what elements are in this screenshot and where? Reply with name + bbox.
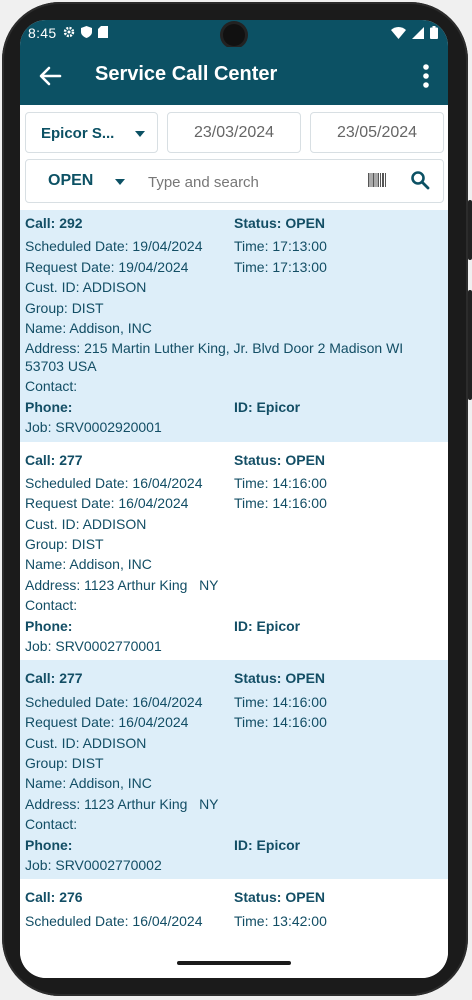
battery-icon [430, 26, 438, 39]
group: Group: DIST [25, 299, 104, 316]
arrow-left-icon[interactable] [36, 62, 64, 90]
company-label: Epicor S... [41, 125, 115, 142]
source-id: ID: Epicor [234, 398, 301, 415]
address: Address: 215 Martin Luther King, Jr. Blv… [25, 340, 404, 375]
device-frame: 8:45 Service Call Center Epicor S... 23/… [0, 0, 472, 1000]
request-date: Request Date: 16/04/2024 [25, 714, 189, 731]
status-dropdown[interactable]: OPEN [26, 160, 136, 202]
wifi-icon [391, 26, 406, 39]
status-filter-label: OPEN [48, 172, 94, 189]
customer-id: Cust. ID: ADDISON [25, 279, 147, 296]
request-time: Time: 14:16:00 [234, 495, 327, 512]
signal-icon [412, 26, 424, 39]
call-number: Call: 276 [25, 889, 83, 906]
volume-button [468, 290, 472, 400]
scheduled-date: Scheduled Date: 16/04/2024 [25, 693, 203, 710]
company-dropdown[interactable]: Epicor S... [25, 112, 158, 153]
gesture-nav-bar [20, 952, 448, 978]
customer-id: Cust. ID: ADDISON [25, 734, 147, 751]
source-id: ID: Epicor [234, 617, 301, 634]
settings-icon [63, 26, 75, 38]
system-icons [391, 26, 438, 39]
group: Group: DIST [25, 754, 104, 771]
service-call-list: Call: 292 Status: OPEN Scheduled Date: 19… [20, 210, 448, 978]
request-date: Request Date: 16/04/2024 [25, 495, 189, 512]
call-number: Call: 277 [25, 670, 83, 687]
contact: Contact: [25, 816, 78, 833]
phone: Phone: [25, 398, 73, 415]
app-bar: Service Call Center [20, 47, 448, 105]
address: Address: 1123 Arthur King NY [25, 576, 219, 593]
more-vert-icon[interactable] [420, 63, 432, 89]
contact: Contact: [25, 378, 78, 395]
call-status: Status: OPEN [234, 451, 326, 468]
service-call-card[interactable]: Call: 277 Status: OPEN Scheduled Date: 16… [20, 442, 448, 661]
status-bar: 8:45 [20, 20, 448, 47]
scheduled-time: Time: 14:16:00 [234, 474, 327, 491]
sd-card-icon [98, 26, 108, 38]
screen: 8:45 Service Call Center Epicor S... 23/… [20, 20, 448, 978]
scheduled-date: Scheduled Date: 16/04/2024 [25, 912, 203, 929]
date-from-value: 23/03/2024 [193, 124, 275, 141]
scheduled-date: Scheduled Date: 19/04/2024 [25, 238, 203, 255]
job-number: Job: SRV0002920001 [25, 419, 162, 436]
shield-icon [81, 26, 92, 38]
call-status: Status: OPEN [234, 670, 326, 687]
request-time: Time: 14:16:00 [234, 714, 327, 731]
request-date: Request Date: 19/04/2024 [25, 258, 189, 275]
date-to-field[interactable]: 23/05/2024 [310, 112, 444, 153]
phone: Phone: [25, 836, 73, 853]
date-from-field[interactable]: 23/03/2024 [167, 112, 301, 153]
search-icon[interactable] [410, 170, 430, 190]
group: Group: DIST [25, 536, 104, 553]
call-status: Status: OPEN [234, 889, 326, 906]
power-button [468, 200, 472, 260]
scheduled-time: Time: 17:13:00 [234, 238, 327, 255]
scheduled-date: Scheduled Date: 16/04/2024 [25, 474, 203, 491]
address: Address: 1123 Arthur King NY [25, 795, 219, 812]
request-time: Time: 17:13:00 [234, 258, 327, 275]
home-gesture-handle[interactable] [177, 961, 291, 965]
phone: Phone: [25, 617, 73, 634]
service-call-card[interactable]: Call: 276 Status: OPEN Scheduled Date: 16… [20, 879, 448, 935]
search-bar: OPEN [25, 159, 444, 203]
barcode-scan-icon[interactable] [368, 171, 386, 189]
customer-id: Cust. ID: ADDISON [25, 515, 147, 532]
customer-name: Name: Addison, INC [25, 319, 152, 336]
call-number: Call: 292 [25, 215, 83, 231]
front-camera [223, 24, 245, 46]
contact: Contact: [25, 597, 78, 614]
search-input[interactable] [146, 166, 350, 198]
scheduled-time: Time: 14:16:00 [234, 693, 327, 710]
call-status: Status: OPEN [234, 215, 326, 231]
status-time: 8:45 [28, 25, 57, 41]
service-call-card[interactable]: Call: 277 Status: OPEN Scheduled Date: 16… [20, 660, 448, 880]
date-to-value: 23/05/2024 [336, 124, 418, 141]
chevron-down-icon [135, 131, 145, 137]
customer-name: Name: Addison, INC [25, 775, 152, 792]
service-call-card[interactable]: Call: 292 Status: OPEN Scheduled Date: 19… [20, 210, 448, 442]
source-id: ID: Epicor [234, 836, 301, 853]
scheduled-time: Time: 13:42:00 [234, 912, 327, 929]
job-number: Job: SRV0002770002 [25, 856, 162, 873]
page-title: Service Call Center [95, 63, 278, 85]
customer-name: Name: Addison, INC [25, 556, 152, 573]
call-number: Call: 277 [25, 451, 83, 468]
chevron-down-icon [115, 179, 125, 185]
notification-icons [63, 26, 108, 38]
job-number: Job: SRV0002770001 [25, 638, 162, 655]
